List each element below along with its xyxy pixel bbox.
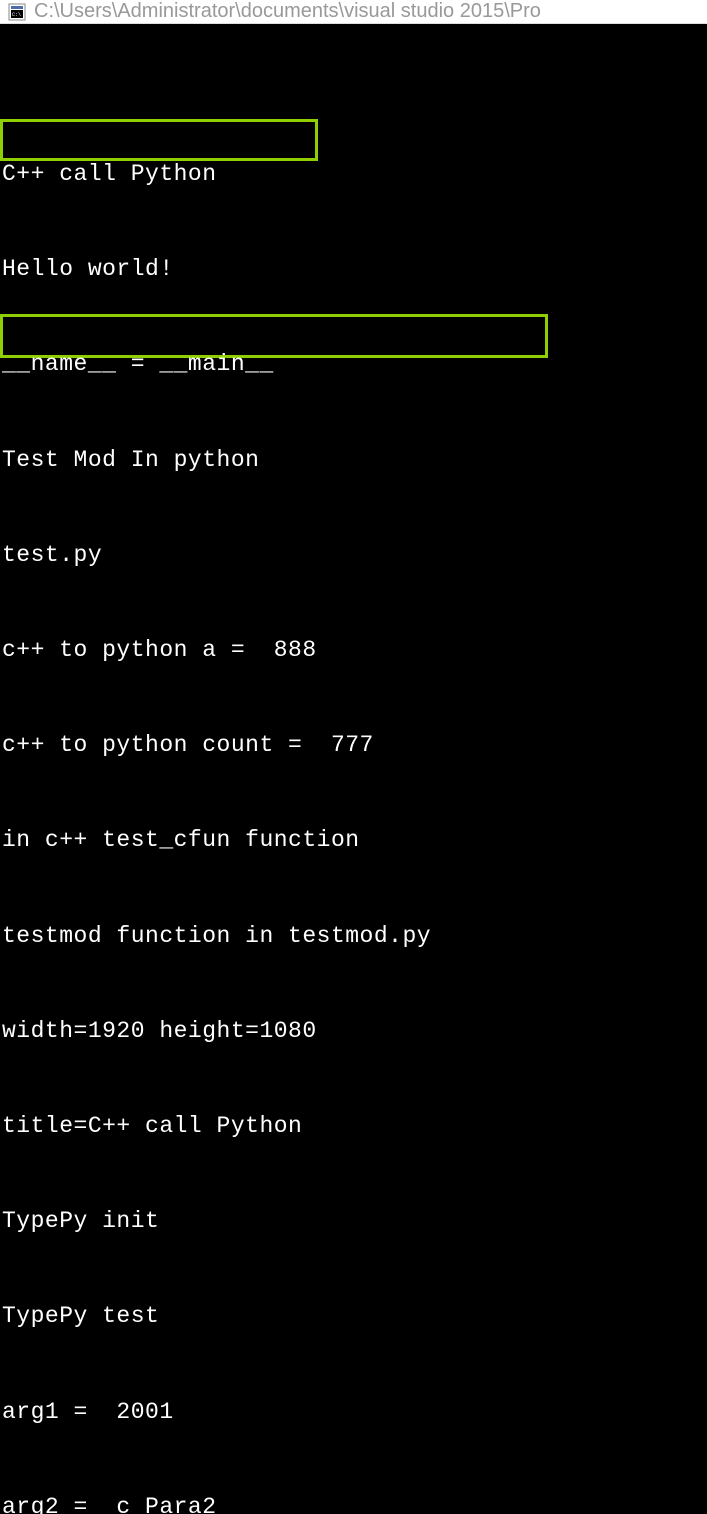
console-window: C:\ C:\Users\Administrator\documents\vis… [0,0,707,757]
window-title: C:\Users\Administrator\documents\visual … [34,0,541,23]
console-line: c++ to python a = 888 [2,635,705,667]
console-line: TypePy test [2,1301,705,1333]
console-output[interactable]: C++ call Python Hello world! __name__ = … [0,24,707,1514]
console-line: arg1 = 2001 [2,1397,705,1429]
svg-text:C:\: C:\ [12,12,21,18]
console-line: in c++ test_cfun function [2,825,705,857]
console-line: testmod function in testmod.py [2,921,705,953]
console-line: title=C++ call Python [2,1111,705,1143]
console-icon: C:\ [8,3,26,21]
console-line: Test Mod In python [2,445,705,477]
console-line: test.py [2,540,705,572]
console-line: arg2 = c Para2 [2,1492,705,1514]
window-titlebar[interactable]: C:\ C:\Users\Administrator\documents\vis… [0,0,707,24]
console-line: TypePy init [2,1206,705,1238]
console-line: Hello world! [2,254,705,286]
console-line: __name__ = __main__ [2,349,705,381]
console-line: width=1920 height=1080 [2,1016,705,1048]
highlight-annotation-1 [0,119,318,161]
console-line: c++ to python count = 777 [2,730,705,762]
console-line: C++ call Python [2,159,705,191]
